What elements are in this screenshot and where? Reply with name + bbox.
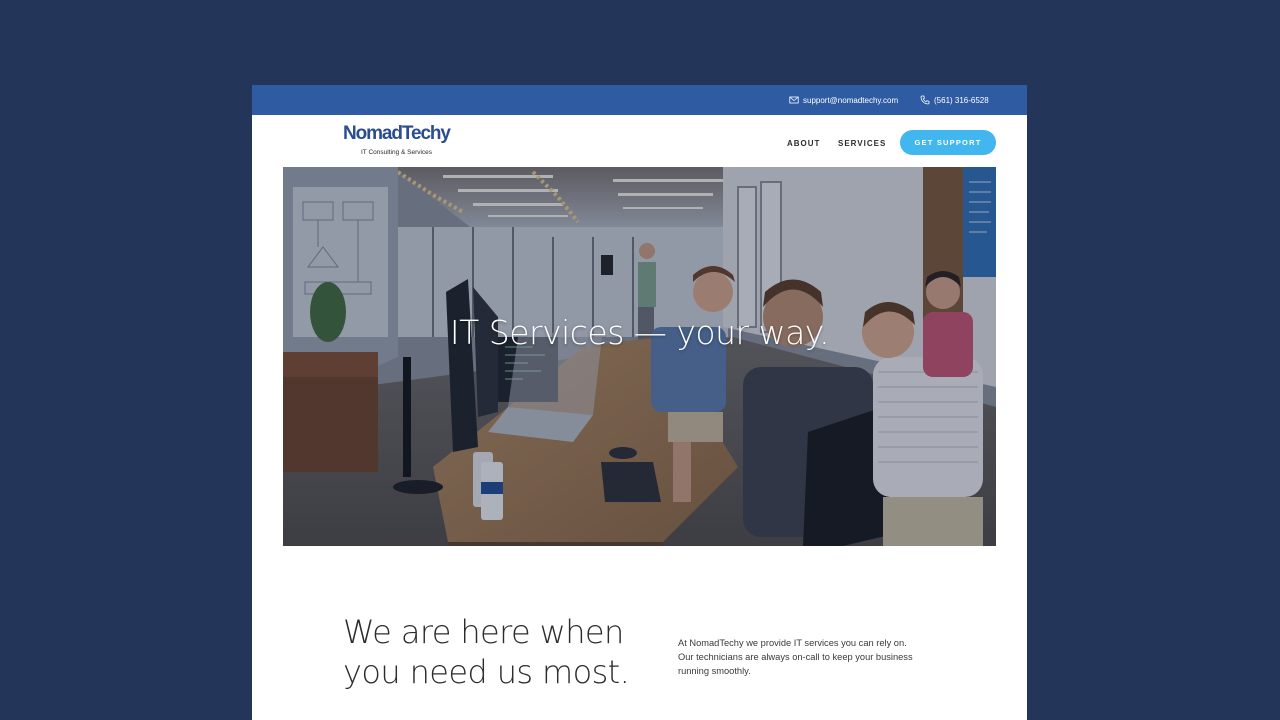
hero-overlay: [283, 167, 996, 546]
intro-paragraph-line: running smoothly.: [678, 666, 751, 676]
phone-icon: [920, 95, 930, 105]
phone-number: (561) 316-6528: [934, 95, 989, 105]
phone-link[interactable]: (561) 316-6528: [920, 85, 989, 115]
nav-services[interactable]: SERVICES: [838, 139, 886, 149]
logo-tagline: IT Consulting & Services: [361, 149, 433, 156]
website-preview: support@nomadtechy.com (561) 316-6528 No…: [252, 85, 1027, 720]
nav-about[interactable]: ABOUT: [787, 139, 820, 149]
site-header: NomadTechy IT Consulting & Services ABOU…: [252, 115, 1027, 167]
logo-wordmark: NomadTechy: [343, 123, 451, 144]
get-support-button[interactable]: GET SUPPORT: [900, 130, 996, 155]
hero-title: IT Services — your way.: [449, 313, 830, 352]
brand-logo[interactable]: NomadTechy IT Consulting & Services: [343, 123, 455, 159]
intro-heading-line: you need us most.: [343, 653, 630, 691]
contact-bar: support@nomadtechy.com (561) 316-6528: [252, 85, 1027, 115]
intro-heading: We are here when you need us most.: [343, 612, 663, 692]
intro-heading-line: We are here when: [343, 613, 624, 651]
email-address: support@nomadtechy.com: [803, 95, 899, 105]
intro-paragraph: At NomadTechy we provide IT services you…: [678, 636, 938, 678]
intro-paragraph-line: At NomadTechy we provide IT services you…: [678, 638, 907, 648]
envelope-icon: [789, 96, 799, 104]
email-link[interactable]: support@nomadtechy.com: [789, 85, 898, 115]
intro-paragraph-line: Our technicians are always on-call to ke…: [678, 652, 913, 662]
hero-banner: IT Services — your way.: [283, 167, 996, 546]
